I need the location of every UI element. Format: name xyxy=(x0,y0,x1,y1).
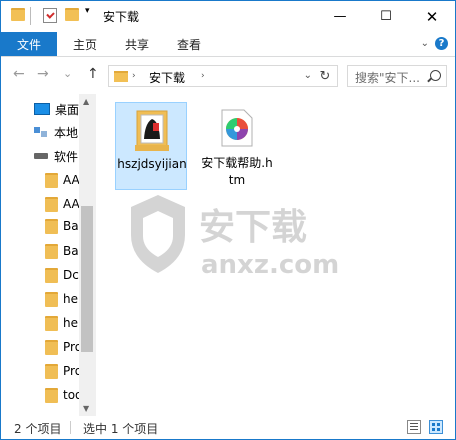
tab-file[interactable]: 文件 xyxy=(1,32,57,56)
scroll-down-arrow-icon[interactable]: ▼ xyxy=(83,404,89,413)
details-view-icon[interactable] xyxy=(407,420,421,434)
folder-icon xyxy=(45,243,58,259)
expand-ribbon-icon[interactable]: ⌄ xyxy=(421,38,429,49)
maximize-button[interactable]: ☐ xyxy=(363,1,409,32)
watermark-domain: anxz.com xyxy=(201,250,339,279)
explorer-window: ▾ 安下载 — ☐ ✕ 文件 主页 共享 查看 ⌄ ? ← → ⌄ ↑ › 安下… xyxy=(0,0,456,440)
folder-icon xyxy=(45,218,58,234)
sidebar-item-label: 桌面 xyxy=(55,102,80,117)
sidebar-item-folder[interactable]: Pro xyxy=(45,336,82,358)
sidebar-item-folder[interactable]: he xyxy=(45,288,78,310)
sidebar-item-label: AA xyxy=(63,197,80,211)
sidebar-scrollbar[interactable]: ▲ ▼ xyxy=(79,94,96,416)
new-folder-icon[interactable] xyxy=(65,8,79,21)
this-pc-icon xyxy=(34,126,49,138)
sidebar-item-folder[interactable]: too xyxy=(45,384,82,406)
large-icons-view-icon[interactable] xyxy=(429,420,443,434)
back-button[interactable]: ← xyxy=(13,66,25,82)
folder-icon xyxy=(114,71,128,82)
sidebar-item-label: Ba xyxy=(63,219,79,233)
folder-icon xyxy=(45,172,58,188)
address-bar[interactable]: › 安下载 › ⌄ ↻ xyxy=(108,65,338,87)
search-icon[interactable] xyxy=(430,70,441,81)
title-bar: ▾ 安下载 — ☐ ✕ xyxy=(1,1,455,32)
search-placeholder: 搜索"安下... xyxy=(355,71,420,85)
folder-icon xyxy=(45,315,58,331)
qat-dropdown-icon[interactable]: ▾ xyxy=(85,6,90,16)
folder-icon xyxy=(45,267,58,283)
file-list-pane[interactable]: 安下载 anxz.com hszjdsyijian 安下载帮助.htm xyxy=(97,94,455,416)
sidebar-item-folder[interactable]: he xyxy=(45,312,78,334)
sidebar-item-desktop[interactable]: 桌面 xyxy=(34,98,79,120)
scroll-up-arrow-icon[interactable]: ▲ xyxy=(83,97,89,106)
scrollbar-thumb[interactable] xyxy=(81,206,93,352)
tab-share[interactable]: 共享 xyxy=(113,32,161,56)
navigation-pane: 桌面 本地 软件 AA AA Ba Ba Dc he he Pro Pro to… xyxy=(1,94,96,416)
sidebar-item-label: he xyxy=(63,316,78,330)
status-bar: 2 个项目 选中 1 个项目 xyxy=(1,416,455,439)
folder-icon xyxy=(45,339,58,355)
recent-locations-button[interactable]: ⌄ xyxy=(63,67,72,80)
folder-icon xyxy=(11,8,25,21)
drive-icon xyxy=(34,153,48,159)
file-item-folder[interactable]: hszjdsyijian xyxy=(115,102,187,190)
breadcrumb-chevron-icon[interactable]: › xyxy=(201,71,205,81)
selection-count: 选中 1 个项目 xyxy=(83,422,159,436)
sidebar-item-label: 软件 xyxy=(54,149,79,164)
search-input[interactable]: 搜索"安下... xyxy=(347,65,447,87)
folder-icon xyxy=(45,291,58,307)
address-dropdown-icon[interactable]: ⌄ xyxy=(304,70,312,81)
watermark-title: 安下载 xyxy=(199,207,307,248)
sidebar-item-label: AA xyxy=(63,173,80,187)
file-item-htm[interactable]: 安下载帮助.htm xyxy=(201,102,273,190)
navigation-bar: ← → ⌄ ↑ › 安下载 › ⌄ ↻ 搜索"安下... xyxy=(1,57,455,94)
sidebar-item-folder[interactable]: AA xyxy=(45,169,80,191)
minimize-button[interactable]: — xyxy=(317,1,363,32)
sidebar-item-folder[interactable]: AA xyxy=(45,193,80,215)
properties-icon[interactable] xyxy=(43,8,57,23)
sidebar-item-folder[interactable]: Ba xyxy=(45,215,79,237)
tab-home[interactable]: 主页 xyxy=(61,32,109,56)
breadcrumb-current[interactable]: 安下载 xyxy=(149,69,185,86)
up-button[interactable]: ↑ xyxy=(87,66,99,82)
qat-separator xyxy=(30,7,31,25)
tab-view[interactable]: 查看 xyxy=(165,32,213,56)
sidebar-item-label: Dc xyxy=(63,268,79,282)
close-button[interactable]: ✕ xyxy=(409,1,455,32)
ribbon-tabs: 文件 主页 共享 查看 ⌄ ? xyxy=(1,32,455,57)
sidebar-item-folder[interactable]: Ba xyxy=(45,240,79,262)
sidebar-item-label: 本地 xyxy=(54,125,79,140)
anxz-watermark-logo: 安下载 anxz.com xyxy=(131,195,339,279)
colorful-html-icon xyxy=(221,109,253,147)
status-separator xyxy=(70,421,71,434)
folder-with-photo-icon xyxy=(135,110,169,151)
sidebar-item-folder[interactable]: Pro xyxy=(45,360,82,382)
refresh-button[interactable]: ↻ xyxy=(316,67,334,85)
item-count: 2 个项目 xyxy=(14,422,62,436)
sidebar-item-this-pc[interactable]: 本地 xyxy=(34,121,78,143)
folder-icon xyxy=(45,363,58,379)
window-title: 安下载 xyxy=(103,10,140,24)
sidebar-item-label: he xyxy=(63,292,78,306)
folder-icon xyxy=(45,387,58,403)
sidebar-item-drive[interactable]: 软件 xyxy=(34,145,78,167)
file-name: 安下载帮助.htm xyxy=(201,156,273,187)
forward-button[interactable]: → xyxy=(37,66,49,82)
desktop-icon xyxy=(34,103,50,115)
breadcrumb-chevron-icon[interactable]: › xyxy=(132,71,136,81)
sidebar-item-label: Ba xyxy=(63,244,79,258)
sidebar-item-folder[interactable]: Dc xyxy=(45,264,79,286)
help-icon[interactable]: ? xyxy=(435,37,448,50)
folder-icon xyxy=(45,196,58,212)
file-name: hszjdsyijian xyxy=(117,157,187,171)
